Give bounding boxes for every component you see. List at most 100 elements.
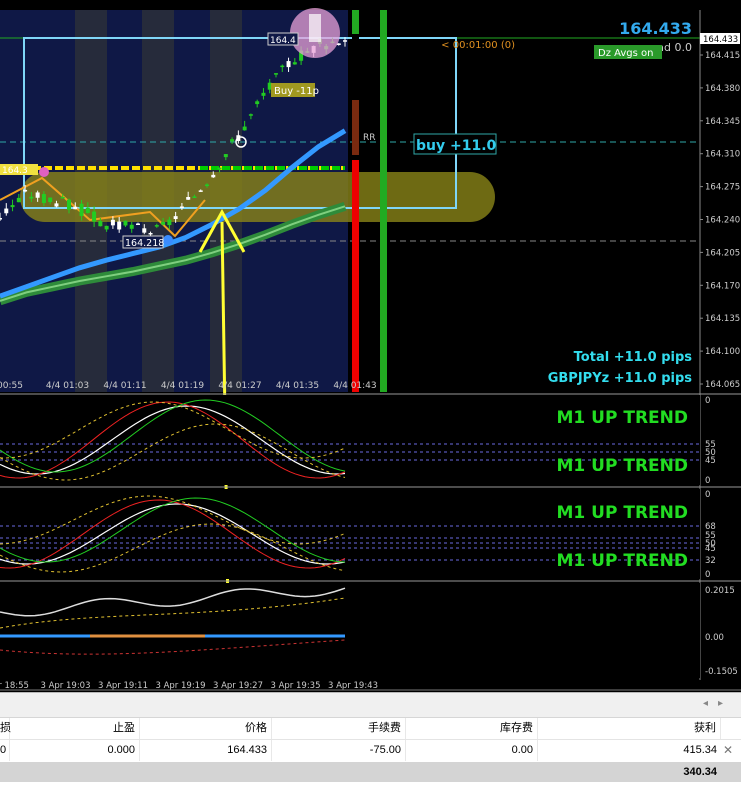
pair-pips: GBPJPYz +11.0 pips [548, 371, 693, 386]
price-axis [700, 10, 741, 392]
price-tick-label: 164.100 [705, 347, 740, 357]
candle-body [192, 196, 197, 198]
rr-bar-mid [352, 100, 359, 155]
candle-body [117, 221, 122, 230]
cell-price: 164.433 [140, 740, 272, 761]
price-tick-label: 164.275 [705, 183, 740, 193]
entry-label: 164.218 [125, 238, 164, 249]
candle-body [198, 190, 203, 192]
candle-body [4, 208, 9, 214]
price-tick-label: 164.205 [705, 248, 740, 258]
indicator-axis-label: -0.1505 [705, 667, 738, 677]
indicator-axis-label: 45 [705, 456, 716, 466]
indicator-axis-label: 45 [705, 544, 716, 554]
candle-body [23, 189, 28, 192]
price-chart: 164.415164.380164.345164.310164.275164.2… [0, 8, 741, 691]
price-tick-label: 164.380 [705, 84, 740, 94]
panel1-trend-top: M1 UP TREND [557, 408, 688, 428]
terminal-toolbar: ◂▸ [0, 693, 741, 718]
dz-avgs-label: Dz Avgs on [598, 48, 654, 59]
candle-body [173, 216, 178, 220]
candle-body [211, 174, 216, 178]
indicator-panel-3 [0, 583, 700, 678]
candle-body [16, 197, 21, 203]
candle-body [98, 221, 103, 227]
indicator-axis-label: 32 [705, 556, 716, 566]
time-label: 4/4 01:03 [46, 381, 89, 391]
total-profit: 340.34 [683, 766, 717, 778]
swing-marker [39, 167, 49, 177]
price-tick-label: 164.415 [705, 51, 740, 61]
cell-swap: 0.00 [406, 740, 538, 761]
time-label: 4/4 01:11 [103, 381, 146, 391]
indicator-axis-label: 0 [705, 490, 710, 500]
close-icon[interactable]: ✕ [723, 740, 733, 761]
col-commission[interactable]: 手续费 [272, 718, 406, 739]
candle-body [161, 221, 166, 225]
candle-body [186, 197, 191, 200]
time-label: 4/4 01:35 [276, 381, 319, 391]
indicator-axis-label: 0.2015 [705, 586, 735, 596]
candle-body [79, 203, 84, 217]
green-bar [380, 10, 387, 392]
cell-profit: 415.34 [683, 744, 717, 756]
indicator-axis-label: 0 [705, 396, 710, 406]
time-label: 4/4 01:27 [218, 381, 261, 391]
candle-body [48, 197, 53, 203]
rr-bar-red [352, 160, 359, 392]
candle-body [54, 203, 59, 207]
col-sl[interactable]: 损 [0, 718, 11, 739]
candle-body [35, 192, 40, 198]
left-label: 164.3 [2, 166, 28, 176]
rr-label: RR [363, 133, 376, 143]
candle-body [217, 167, 222, 170]
candle-body [248, 114, 253, 116]
candle-body [129, 224, 134, 229]
table-row[interactable]: 0 0.000 164.433 -75.00 0.00 415.34 ✕ [0, 740, 741, 761]
price-tick-label: 164.170 [705, 281, 740, 291]
candle-body [255, 101, 260, 105]
candle-body [123, 220, 128, 226]
candle-body [136, 223, 140, 226]
price-tick-label: 164.065 [705, 380, 740, 390]
candle-body [205, 184, 209, 186]
buy-trade-label: buy +11.0 [416, 138, 497, 154]
panel2-trend-top: M1 UP TREND [557, 503, 688, 523]
price-tick-label: 164.345 [705, 117, 740, 127]
panel1-trend-bottom: M1 UP TREND [557, 456, 688, 476]
col-price[interactable]: 价格 [140, 718, 272, 739]
col-profit[interactable]: 获利 [538, 718, 721, 739]
candle-body [67, 199, 71, 210]
cell-sl: 0 [0, 740, 10, 761]
col-swap[interactable]: 库存费 [406, 718, 538, 739]
scroll-arrows-icon[interactable]: ◂▸ [703, 698, 733, 709]
candle-body [142, 228, 147, 233]
col-tp[interactable]: 止盈 [10, 718, 140, 739]
terminal-total-row: 340.34 [0, 762, 741, 782]
candle-body [0, 218, 2, 220]
candle-body [223, 154, 228, 158]
time-label: 4/4 01:19 [161, 381, 205, 391]
cell-commission: -75.00 [272, 740, 406, 761]
indicator-axis-label: 0.00 [705, 633, 724, 643]
candle-body [148, 232, 153, 235]
candle-body [104, 225, 109, 230]
total-pips: Total +11.0 pips [574, 350, 693, 365]
candle-body [85, 207, 90, 213]
candle-body [154, 225, 159, 227]
bid-circle-bar [309, 14, 321, 42]
candle-body [286, 61, 291, 68]
candle-body [261, 92, 266, 96]
buy-tag: Buy -11p [274, 86, 319, 97]
cell-tp: 0.000 [10, 740, 140, 761]
candle-body [41, 194, 46, 203]
time-label: 4/4 01:43 [333, 381, 376, 391]
candle-body [29, 196, 34, 199]
candle-body [73, 206, 78, 210]
candle-body [179, 206, 184, 208]
price-tick-label: 164.240 [705, 216, 740, 226]
indicator-axis-label: 0 [705, 570, 710, 580]
current-price: 164.433 [619, 19, 692, 38]
candle-timer: < 00:01:00 (0) [441, 40, 515, 51]
rr-bar-green [352, 10, 359, 34]
